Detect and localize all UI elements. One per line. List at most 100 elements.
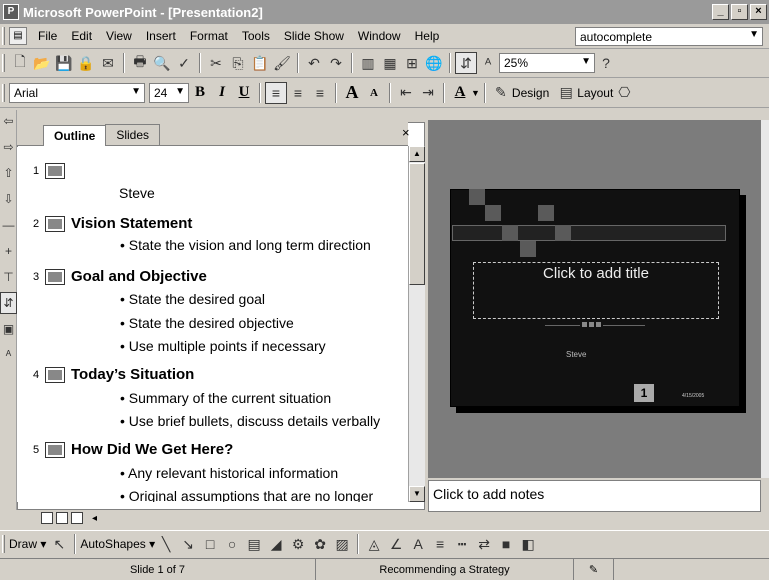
document-icon[interactable]: ▤: [9, 27, 27, 45]
design-button[interactable]: Design: [512, 86, 549, 100]
menu-file[interactable]: File: [31, 29, 64, 43]
slide-title[interactable]: How Did We Get Here?: [71, 441, 233, 458]
menu-slide-show[interactable]: Slide Show: [277, 29, 351, 43]
show-formatting-icon[interactable]: ᴬ: [477, 52, 499, 74]
bullet[interactable]: • Use brief bullets, discuss details ver…: [120, 413, 380, 429]
outline-slide-2[interactable]: 2 Vision Statement: [33, 215, 192, 232]
slide-icon[interactable]: [45, 366, 65, 383]
collapse-all-icon[interactable]: ⊤: [0, 266, 17, 288]
increase-indent-icon[interactable]: ⇥: [417, 82, 439, 104]
grow-font-button[interactable]: A: [341, 82, 363, 103]
menu-window[interactable]: Window: [351, 29, 408, 43]
slide-title[interactable]: Today’s Situation: [71, 366, 194, 383]
font-combo[interactable]: Arial ▼: [9, 82, 145, 103]
hyperlink-icon[interactable]: 🌐: [423, 52, 445, 74]
bullet[interactable]: • Any relevant historical information: [120, 465, 338, 481]
menu-format[interactable]: Format: [183, 29, 235, 43]
outline-list[interactable]: 1 Steve 2 Vision Statement • State the v…: [17, 147, 409, 502]
close-pane-button[interactable]: ×: [402, 125, 410, 140]
slide-show-view-icon[interactable]: [71, 512, 83, 524]
promote-icon[interactable]: ⇦: [0, 110, 17, 132]
bullet[interactable]: • Summary of the current situation: [120, 390, 331, 406]
line-style-icon[interactable]: ≡: [429, 533, 451, 555]
slide-subtitle[interactable]: Steve: [566, 350, 586, 359]
tables-borders-icon[interactable]: ⊞: [401, 52, 423, 74]
outline-slide-4[interactable]: 4 Today’s Situation: [33, 366, 194, 383]
scroll-up-icon[interactable]: ▲: [409, 146, 425, 162]
outline-slide-3[interactable]: 3 Goal and Objective: [33, 268, 207, 285]
font-size-combo[interactable]: 24 ▼: [149, 82, 189, 103]
format-painter-icon[interactable]: 🖌: [271, 52, 293, 74]
scroll-thumb[interactable]: [409, 163, 425, 285]
new-slide-icon[interactable]: ⎔: [613, 82, 635, 104]
powerpoint-icon[interactable]: P: [3, 4, 19, 20]
slide-icon[interactable]: [45, 163, 65, 179]
rectangle-icon[interactable]: □: [199, 533, 221, 555]
cut-icon[interactable]: ✂: [205, 52, 227, 74]
save-icon[interactable]: 💾: [53, 52, 75, 74]
expand-all-icon[interactable]: ⇵: [0, 292, 17, 314]
outline-slide-5[interactable]: 5 How Did We Get Here?: [33, 441, 233, 458]
menu-edit[interactable]: Edit: [64, 29, 99, 43]
align-right-icon[interactable]: ≡: [309, 82, 331, 104]
dropdown-icon[interactable]: ▼: [581, 56, 591, 67]
menu-insert[interactable]: Insert: [139, 29, 183, 43]
line-icon[interactable]: ╲: [155, 533, 177, 555]
outline-subtitle[interactable]: Steve: [119, 185, 155, 201]
redo-icon[interactable]: ↷: [325, 52, 347, 74]
wordart-icon[interactable]: ◢: [265, 533, 287, 555]
menu-tools[interactable]: Tools: [235, 29, 277, 43]
slide-icon[interactable]: [45, 215, 65, 232]
select-objects-icon[interactable]: ↖: [48, 533, 70, 555]
summary-slide-icon[interactable]: ▣: [0, 318, 17, 340]
title-placeholder[interactable]: Click to add title: [473, 262, 719, 319]
menu-help[interactable]: Help: [408, 29, 447, 43]
demote-icon[interactable]: ⇨: [0, 136, 17, 158]
ask-question-input[interactable]: autocomplete ▼: [575, 27, 763, 46]
diagram-icon[interactable]: ⚙: [287, 533, 309, 555]
outline-scrollbar[interactable]: ▲ ▼: [408, 146, 425, 502]
bullet[interactable]: • State the desired objective: [120, 315, 294, 331]
notes-pane[interactable]: Click to add notes: [428, 480, 761, 512]
bullet[interactable]: • State the vision and long term directi…: [120, 237, 371, 253]
align-center-icon[interactable]: ≡: [287, 82, 309, 104]
layout-button[interactable]: Layout: [577, 86, 613, 100]
dropdown-icon[interactable]: ▼: [471, 88, 480, 98]
arrow-style-icon[interactable]: ⇄: [473, 533, 495, 555]
zoom-combo[interactable]: 25% ▼: [499, 53, 595, 73]
line-color-icon[interactable]: ∠: [385, 533, 407, 555]
dropdown-icon[interactable]: ▼: [749, 29, 759, 40]
decrease-indent-icon[interactable]: ⇤: [395, 82, 417, 104]
menu-view[interactable]: View: [99, 29, 139, 43]
move-up-icon[interactable]: ⇧: [0, 162, 17, 184]
outline-slide-1[interactable]: 1: [33, 163, 71, 179]
show-formatting-icon[interactable]: ᴬ: [0, 344, 17, 366]
move-down-icon[interactable]: ⇩: [0, 188, 17, 210]
collapse-icon[interactable]: —: [0, 214, 17, 236]
open-icon[interactable]: 📂: [31, 52, 53, 74]
align-left-icon[interactable]: ≡: [265, 81, 287, 104]
bold-button[interactable]: B: [189, 84, 211, 101]
copy-icon[interactable]: ⎘: [227, 52, 249, 74]
shadow-icon[interactable]: ■: [495, 533, 517, 555]
help-icon[interactable]: ?: [595, 52, 617, 74]
slide-icon[interactable]: [45, 441, 65, 458]
italic-button[interactable]: I: [211, 84, 233, 101]
dropdown-icon[interactable]: ▼: [131, 86, 141, 97]
layout-icon[interactable]: ▤: [555, 82, 577, 104]
bullet[interactable]: • State the desired goal: [120, 291, 265, 307]
slide-title[interactable]: Goal and Objective: [71, 268, 207, 285]
paste-icon[interactable]: 📋: [249, 52, 271, 74]
slide-title[interactable]: Vision Statement: [71, 215, 192, 232]
slide-icon[interactable]: [45, 268, 65, 285]
slide-scrollbar[interactable]: [761, 120, 769, 478]
print-icon[interactable]: 🖶: [129, 52, 151, 74]
oval-icon[interactable]: ○: [221, 533, 243, 555]
font-color-button[interactable]: A: [449, 84, 471, 101]
draw-menu[interactable]: Draw ▾: [9, 537, 46, 551]
restore-button[interactable]: ▫: [731, 4, 748, 20]
insert-chart-icon[interactable]: ▥: [357, 52, 379, 74]
minimize-button[interactable]: _: [712, 4, 729, 20]
spelling-icon[interactable]: ✓: [173, 52, 195, 74]
expand-icon[interactable]: +: [0, 240, 17, 262]
